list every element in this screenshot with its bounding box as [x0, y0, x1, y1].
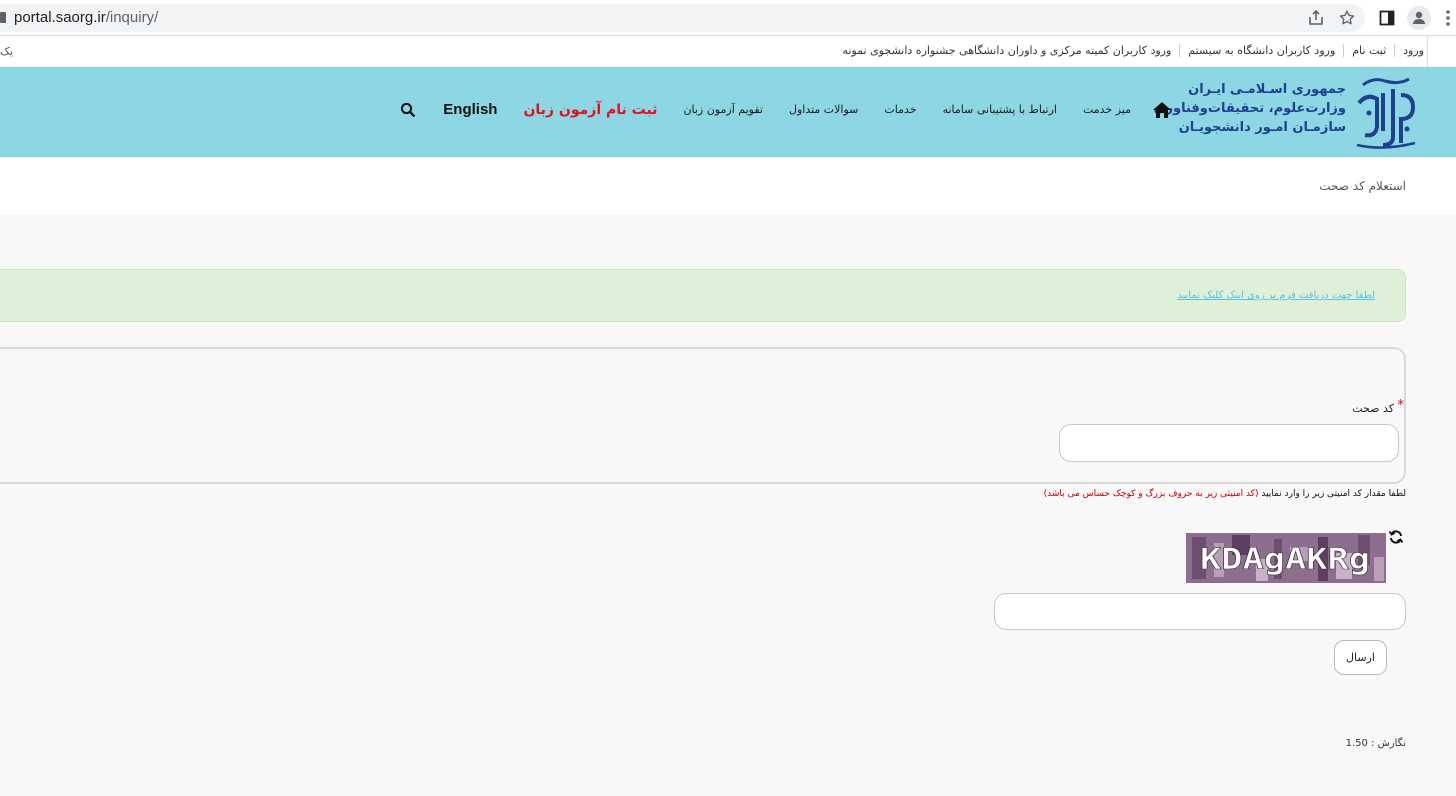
- verification-code-input[interactable]: [1059, 424, 1399, 462]
- url-text[interactable]: portal.saorg.ir/inquiry/: [14, 9, 158, 26]
- site-header: جمهوری اسـلامـی ایـران وزارت‌علوم، تحقیق…: [0, 67, 1456, 157]
- url-path: /inquiry/: [105, 9, 159, 26]
- submit-button[interactable]: ارسال: [1334, 640, 1387, 675]
- logo-line-1: جمهوری اسـلامـی ایـران: [1188, 82, 1346, 97]
- browser-menu-icon[interactable]: [1438, 8, 1456, 28]
- nav-exam-registration[interactable]: ثبت نام آزمون زبان: [510, 99, 670, 121]
- top-utility-bar: ورود ثبت نام ورود کاربران دانشگاه به سیس…: [0, 37, 1456, 67]
- main-nav: میز خدمت ارتباط با پشتیبانی سامانه خدمات…: [400, 99, 1172, 121]
- university-login-link[interactable]: ورود کاربران دانشگاه به سیستم: [1179, 44, 1343, 57]
- captcha-image: KDAgAKRg: [1186, 533, 1386, 583]
- side-panel-icon[interactable]: [1377, 8, 1397, 28]
- url-host: portal.saorg.ir: [14, 9, 106, 26]
- captcha-case-note: (کد امنیتی زیر به حروف بزرگ و کوچک حساس …: [1043, 489, 1259, 499]
- nav-service-desk[interactable]: میز خدمت: [1070, 99, 1144, 121]
- search-icon[interactable]: [400, 102, 416, 118]
- share-icon[interactable]: [1306, 8, 1326, 28]
- committee-login-link[interactable]: ورود کاربران کمیته مرکزی و داوران دانشگا…: [835, 44, 1180, 57]
- form-download-link[interactable]: لطفا جهت دریافت فرم بر روی اینک کلیک نما…: [1177, 290, 1375, 301]
- nav-support[interactable]: ارتباط با پشتیبانی سامانه: [930, 99, 1070, 121]
- top-bar-divider: [1427, 37, 1428, 67]
- required-mark: *: [1397, 398, 1405, 413]
- browser-toolbar: portal.saorg.ir/inquiry/: [0, 0, 1456, 36]
- top-links: ورود ثبت نام ورود کاربران دانشگاه به سیس…: [835, 44, 1424, 57]
- address-bar[interactable]: [0, 4, 1365, 32]
- code-label-text: کد صحت: [1352, 402, 1394, 415]
- nav-faq[interactable]: سوالات متداول: [776, 99, 871, 121]
- captcha-hint-text: لطفا مقدار کد امنیتی زیر را وارد نمایید: [1261, 489, 1406, 499]
- version-label: نگارش : 1.50: [1345, 738, 1406, 749]
- captcha-hint: لطفا مقدار کد امنیتی زیر را وارد نمایید …: [1044, 489, 1406, 499]
- inquiry-form-panel: [0, 347, 1406, 484]
- breadcrumb-bar: استعلام کد صحت: [0, 157, 1456, 214]
- bookmark-star-icon[interactable]: [1337, 8, 1357, 28]
- lock-icon[interactable]: [0, 12, 6, 23]
- code-field-label: * کد صحت: [1352, 398, 1404, 415]
- captcha-refresh-icon[interactable]: [1388, 529, 1404, 545]
- saorg-logo-emblem-icon[interactable]: [1353, 73, 1419, 151]
- captcha-input[interactable]: [994, 593, 1406, 630]
- logo-line-3: سازمـان امـور دانشجویـان: [1178, 120, 1346, 135]
- logo-text[interactable]: جمهوری اسـلامـی ایـران وزارت‌علوم، تحقیق…: [1154, 80, 1346, 137]
- login-link[interactable]: ورود: [1394, 44, 1424, 57]
- nav-services[interactable]: خدمات: [871, 99, 929, 121]
- captcha-text: KDAgAKRg: [1200, 542, 1370, 576]
- info-alert: لطفا جهت دریافت فرم بر روی اینک کلیک نما…: [0, 269, 1406, 322]
- logo-line-2: وزارت‌علوم، تحقیقات‌وفناوری: [1153, 101, 1346, 116]
- register-link[interactable]: ثبت نام: [1343, 44, 1394, 57]
- nav-exam-calendar[interactable]: تقویم آزمون زبان: [670, 99, 776, 121]
- profile-avatar-icon[interactable]: [1407, 6, 1431, 30]
- clipped-left-link[interactable]: یک: [0, 45, 13, 58]
- home-icon[interactable]: [1152, 100, 1172, 120]
- page-title: استعلام کد صحت: [1319, 179, 1406, 193]
- nav-english[interactable]: English: [430, 99, 510, 121]
